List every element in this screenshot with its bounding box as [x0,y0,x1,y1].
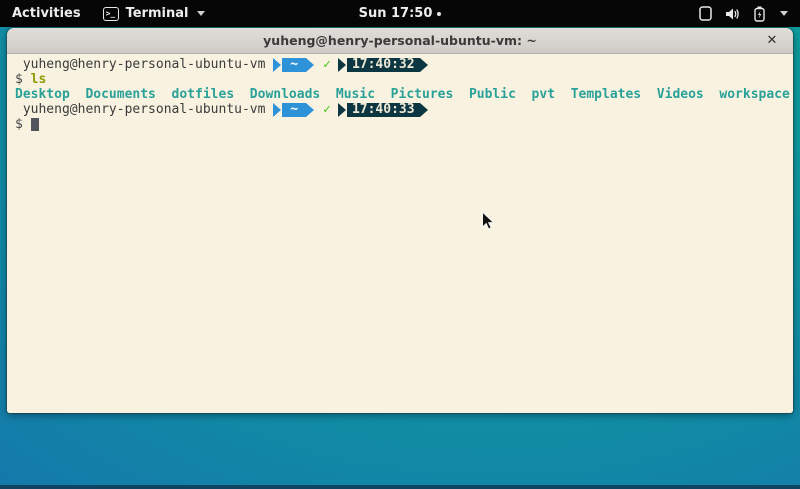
terminal-content[interactable]: yuheng@henry-personal-ubuntu-vm ~ ✓ 17:4… [7,54,793,413]
window-titlebar[interactable]: yuheng@henry-personal-ubuntu-vm: ~ ✕ [7,28,793,54]
top-bar: Activities >_ Terminal Sun 17:50 [0,0,800,27]
powerline-arrow-icon [338,58,346,72]
status-check-icon: ✓ [323,57,331,72]
powerline-arrow-icon [338,103,346,117]
terminal-window: yuheng@henry-personal-ubuntu-vm: ~ ✕ yuh… [7,28,793,413]
prompt-line-1: yuheng@henry-personal-ubuntu-vm ~ ✓ 17:4… [15,57,789,72]
activities-button[interactable]: Activities [0,0,93,27]
app-menu-label: Terminal [126,6,189,21]
command-line-1: $ ls [15,72,789,87]
desktop-bottom-shadow [0,485,800,489]
terminal-block-cursor [31,118,39,131]
screen-icon [699,6,712,21]
window-title: yuheng@henry-personal-ubuntu-vm: ~ [263,33,537,48]
prompt-time-segment: 17:40:32 [347,58,420,72]
powerline-arrow-icon [420,58,428,72]
powerline-arrow-icon [273,58,281,72]
chevron-down-icon [197,11,205,16]
chevron-down-icon [780,11,788,16]
command-line-2: $ [15,117,789,132]
prompt-time-segment: 17:40:33 [347,103,420,117]
ls-output-line: Desktop Documents dotfiles Downloads Mus… [15,87,789,102]
notification-dot-icon [437,12,441,16]
status-check-icon: ✓ [323,102,331,117]
powerline-arrow-icon [306,58,314,72]
terminal-icon: >_ [103,7,119,21]
prompt-symbol: $ [15,72,31,87]
powerline-arrow-icon [306,103,314,117]
prompt-user-host: yuheng@henry-personal-ubuntu-vm [15,57,273,72]
system-status-area[interactable] [687,0,800,27]
close-button[interactable]: ✕ [761,28,783,53]
battery-charging-icon [754,6,765,22]
powerline-arrow-icon [273,103,281,117]
prompt-symbol: $ [15,117,31,132]
prompt-path-segment: ~ [282,103,306,117]
powerline-arrow-icon [420,103,428,117]
clock-button[interactable]: Sun 17:50 [359,6,442,21]
activities-label: Activities [12,6,81,21]
prompt-path-segment: ~ [282,58,306,72]
volume-icon [725,7,741,21]
app-menu-terminal[interactable]: >_ Terminal [93,0,216,27]
prompt-line-2: yuheng@henry-personal-ubuntu-vm ~ ✓ 17:4… [15,102,789,117]
clock-label: Sun 17:50 [359,6,433,21]
prompt-user-host: yuheng@henry-personal-ubuntu-vm [15,102,273,117]
typed-command: ls [31,72,47,87]
